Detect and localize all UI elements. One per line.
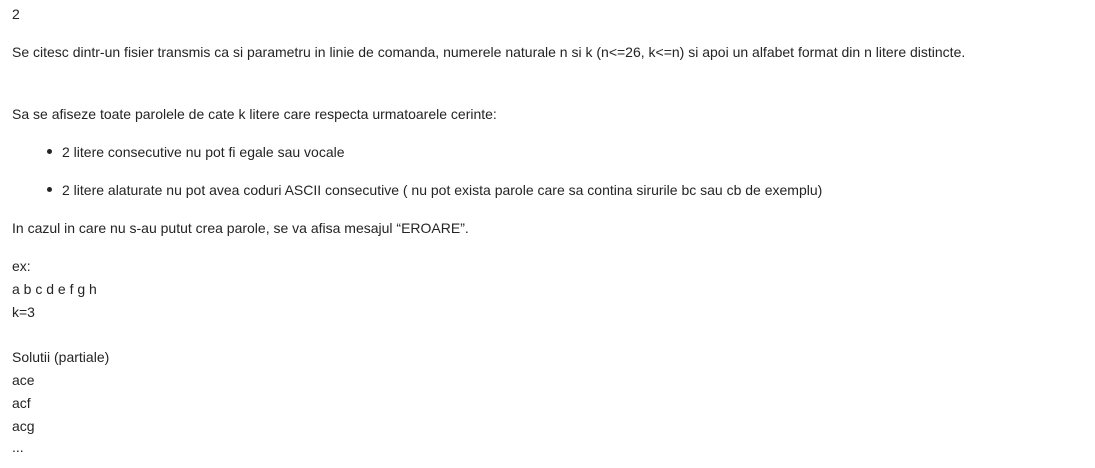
- example-label: ex:: [12, 258, 31, 274]
- solution-item: ace: [12, 372, 35, 388]
- example-k: k=3: [12, 304, 35, 320]
- intro-paragraph: Se citesc dintr-un fisier transmis ca si…: [12, 44, 966, 60]
- problem-number: 2: [12, 6, 20, 22]
- requirement-text: 2 litere alaturate nu pot avea coduri AS…: [62, 182, 823, 198]
- task-paragraph: Sa se afiseze toate parolele de cate k l…: [12, 106, 497, 122]
- list-item: 2 litere consecutive nu pot fi egale sau…: [47, 143, 345, 161]
- bullet-icon: [47, 149, 52, 154]
- error-note: In cazul in care nu s-au putut crea paro…: [12, 220, 469, 236]
- solution-item: acf: [12, 395, 31, 411]
- list-item: 2 litere alaturate nu pot avea coduri AS…: [47, 181, 823, 199]
- solutions-label: Solutii (partiale): [12, 349, 110, 365]
- requirement-text: 2 litere consecutive nu pot fi egale sau…: [62, 144, 345, 160]
- solution-item: ...: [12, 439, 24, 455]
- solution-item: acg: [12, 418, 35, 434]
- bullet-icon: [47, 187, 52, 192]
- example-alphabet: a b c d e f g h: [12, 281, 97, 297]
